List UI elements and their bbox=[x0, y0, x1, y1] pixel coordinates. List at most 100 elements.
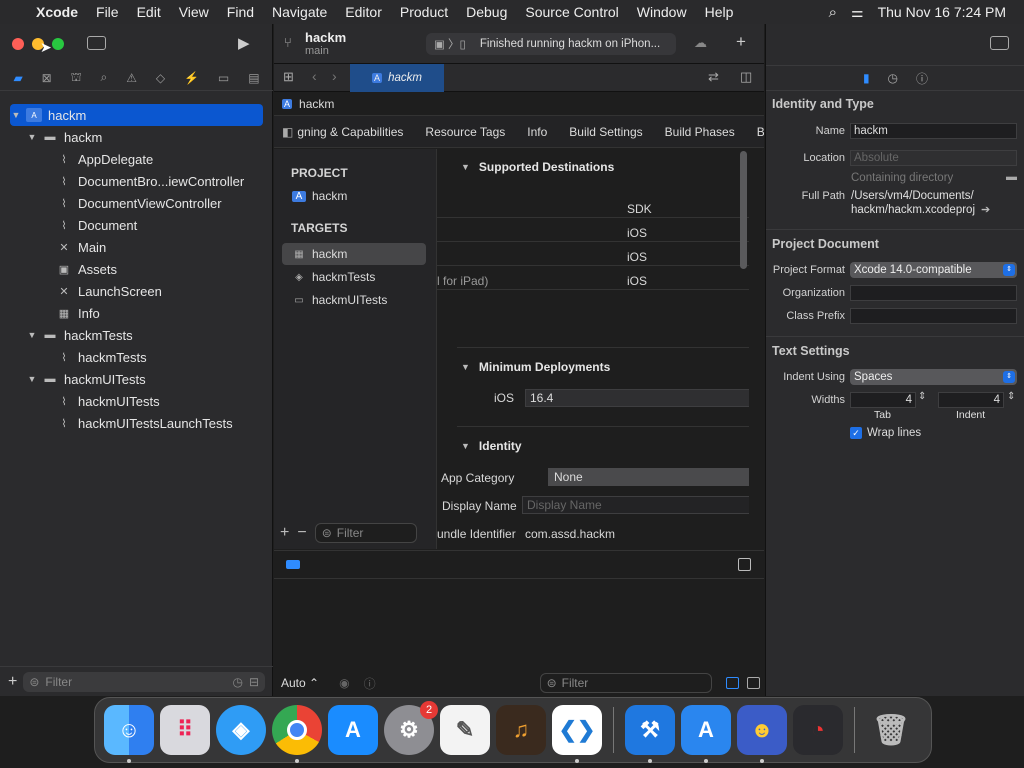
chrome-icon[interactable] bbox=[272, 705, 322, 763]
wrap-lines-checkbox[interactable]: ✓ Wrap lines bbox=[850, 427, 921, 439]
cloud-icon[interactable]: ☁ bbox=[694, 35, 707, 51]
breakpoint-icon[interactable]: ▭ bbox=[218, 71, 229, 85]
source-control-icon[interactable]: ⊠ bbox=[42, 71, 52, 85]
target-item[interactable]: ◈ hackmTests bbox=[282, 266, 426, 288]
tree-row-file[interactable]: ✕ Main bbox=[0, 236, 273, 258]
info-icon[interactable]: ⓘ bbox=[364, 675, 376, 692]
textedit-icon[interactable]: ✎ bbox=[440, 705, 490, 755]
split-left-icon[interactable] bbox=[725, 677, 739, 689]
tree-row-folder[interactable]: ▼ ▬ hackmTests bbox=[0, 324, 273, 346]
grid-icon[interactable]: ⊞ bbox=[283, 69, 294, 85]
checkbox-checked-icon[interactable]: ✓ bbox=[850, 427, 862, 439]
tree-row-folder[interactable]: ▼ ▬ hackm bbox=[0, 126, 273, 148]
add-tab-icon[interactable]: + bbox=[736, 32, 746, 52]
class-prefix-field[interactable] bbox=[850, 308, 1017, 324]
variables-scope-popup[interactable]: Auto ⌃ bbox=[281, 676, 319, 690]
close-window-button[interactable] bbox=[12, 38, 24, 50]
folder-icon[interactable]: ▰ bbox=[13, 71, 22, 85]
debug-icon[interactable]: ⚡ bbox=[184, 71, 199, 85]
related-items-icon[interactable]: ⇄ bbox=[708, 69, 719, 85]
game-app-icon[interactable]: ☻ bbox=[737, 705, 787, 763]
sidebar-icon[interactable]: ◧ bbox=[274, 125, 295, 139]
sidebar-toggle-icon[interactable] bbox=[87, 36, 106, 50]
project-format-popup[interactable]: Xcode 14.0-compatible ⇕ bbox=[850, 262, 1017, 278]
tab-signing[interactable]: gning & Capabilities bbox=[295, 125, 414, 139]
breadcrumb[interactable]: hackm bbox=[299, 97, 334, 111]
disclosure-open-icon[interactable]: ▼ bbox=[10, 110, 22, 120]
menu-product[interactable]: Product bbox=[391, 4, 457, 20]
tab-width-field[interactable]: 4 bbox=[850, 392, 916, 408]
disclosure-open-icon[interactable]: ▼ bbox=[26, 132, 38, 142]
forward-icon[interactable]: › bbox=[332, 68, 337, 84]
tree-row-file[interactable]: ✕ LaunchScreen bbox=[0, 280, 273, 302]
indent-using-popup[interactable]: Spaces ⇕ bbox=[850, 369, 1017, 385]
tree-row-file[interactable]: ⌇ hackmUITests bbox=[0, 390, 273, 412]
tab-build-settings[interactable]: Build Settings bbox=[558, 125, 653, 139]
tree-row-file[interactable]: ⌇ DocumentViewController bbox=[0, 192, 273, 214]
folder-icon[interactable]: ▬ bbox=[1006, 171, 1017, 183]
tree-row-file[interactable]: ▦ Info bbox=[0, 302, 273, 324]
eye-icon[interactable]: ◉ bbox=[339, 676, 349, 690]
menubar-clock[interactable]: Thu Nov 16 7:24 PM bbox=[878, 4, 1006, 20]
chevron-down-icon[interactable]: ▼ bbox=[461, 162, 470, 172]
back-icon[interactable]: ‹ bbox=[312, 68, 317, 84]
split-right-icon[interactable] bbox=[746, 677, 760, 689]
target-item[interactable]: ▦ hackm bbox=[282, 243, 426, 265]
menu-help[interactable]: Help bbox=[696, 4, 743, 20]
app-store-icon[interactable]: A bbox=[328, 705, 378, 755]
safari-icon[interactable]: ◈ bbox=[216, 705, 266, 755]
supported-destinations-header[interactable]: ▼ Supported Destinations bbox=[461, 160, 614, 174]
scm-filter-icon[interactable]: ⊟ bbox=[249, 675, 259, 689]
system-settings-icon[interactable]: ⚙ 2 bbox=[384, 701, 438, 755]
tab-build-phases[interactable]: Build Phases bbox=[654, 125, 746, 139]
tree-row-project[interactable]: ▼ A hackm bbox=[10, 104, 263, 126]
menu-debug[interactable]: Debug bbox=[457, 4, 516, 20]
help-inspector-icon[interactable]: ⓘ bbox=[916, 70, 928, 87]
min-deploy-field[interactable]: 16.4 bbox=[525, 389, 749, 407]
chevron-down-icon[interactable]: ▼ bbox=[461, 441, 470, 451]
reveal-in-finder-icon[interactable]: ➔ bbox=[981, 203, 990, 216]
menu-find[interactable]: Find bbox=[218, 4, 263, 20]
tree-row-file[interactable]: ⌇ DocumentBro...iewController bbox=[0, 170, 273, 192]
tab-resource-tags[interactable]: Resource Tags bbox=[414, 125, 516, 139]
indent-width-stepper[interactable]: ⇕ bbox=[1007, 391, 1015, 402]
add-target-icon[interactable]: + bbox=[280, 524, 289, 542]
console-filter-input[interactable]: ⊜ Filter bbox=[539, 673, 712, 693]
trash-icon[interactable]: 🗑 bbox=[866, 705, 916, 755]
app-category-popup[interactable]: None bbox=[548, 468, 749, 486]
remove-target-icon[interactable]: − bbox=[297, 524, 306, 542]
report-icon[interactable]: ▤ bbox=[248, 71, 259, 85]
xcode-beta-icon[interactable]: A bbox=[681, 705, 731, 763]
organization-field[interactable] bbox=[850, 285, 1017, 301]
menu-view[interactable]: View bbox=[170, 4, 218, 20]
vscode-icon[interactable]: ❮❯ bbox=[552, 705, 602, 763]
vertical-scrollbar[interactable] bbox=[740, 151, 747, 269]
identity-header[interactable]: ▼ Identity bbox=[461, 439, 522, 453]
minimum-deployments-header[interactable]: ▼ Minimum Deployments bbox=[461, 360, 610, 374]
tree-row-folder[interactable]: ▼ ▬ hackmUITests bbox=[0, 368, 273, 390]
target-item[interactable]: ▭ hackmUITests bbox=[282, 289, 426, 311]
editor-tab[interactable]: A hackm bbox=[350, 64, 444, 92]
project-item[interactable]: A hackm bbox=[282, 185, 426, 207]
history-inspector-icon[interactable]: ◷ bbox=[888, 71, 898, 85]
menu-app-name[interactable]: Xcode bbox=[27, 4, 87, 20]
tree-row-file[interactable]: ▣ Assets bbox=[0, 258, 273, 280]
zoom-window-button[interactable] bbox=[52, 38, 64, 50]
tab-width-stepper[interactable]: ⇕ bbox=[918, 391, 926, 402]
add-icon[interactable]: + bbox=[8, 673, 17, 691]
launchpad-icon[interactable]: ⠿ bbox=[160, 705, 210, 755]
xcode-icon[interactable]: ⚒ bbox=[625, 705, 675, 763]
issue-icon[interactable]: ⚠ bbox=[126, 71, 137, 85]
menu-file[interactable]: File bbox=[87, 4, 128, 20]
breakpoint-indicator-icon[interactable] bbox=[286, 560, 300, 569]
menu-edit[interactable]: Edit bbox=[128, 4, 170, 20]
display-name-field[interactable]: Display Name bbox=[522, 496, 749, 514]
symbol-icon[interactable]: ⛫ bbox=[71, 70, 82, 86]
menu-source-control[interactable]: Source Control bbox=[516, 4, 627, 20]
run-button[interactable]: ▶ bbox=[238, 34, 250, 52]
navigator-filter-input[interactable]: ⊜ Filter ◷ ⊟ bbox=[23, 671, 265, 692]
bundle-id-value[interactable]: com.assd.hackm bbox=[525, 527, 615, 541]
recent-icon[interactable]: ◷ bbox=[232, 675, 242, 689]
target-filter-input[interactable]: ⊜ Filter bbox=[314, 523, 417, 543]
test-icon[interactable]: ◇ bbox=[156, 71, 165, 85]
